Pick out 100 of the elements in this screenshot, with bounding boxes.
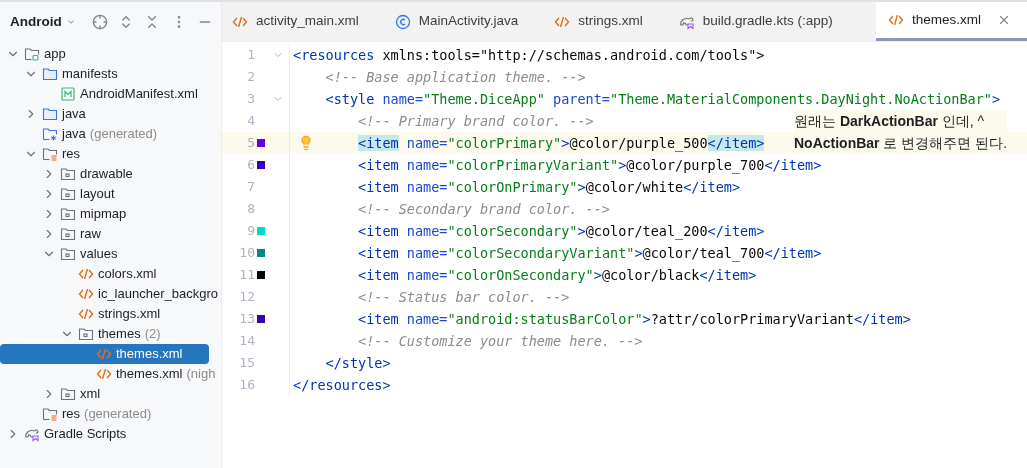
- line-number: 4: [246, 112, 255, 131]
- xml-file-icon: [887, 12, 904, 28]
- code-line: <!-- Customize your theme here. -->: [357, 331, 643, 351]
- manifest-file-icon: [60, 86, 76, 102]
- editor-tab[interactable]: MainActivity.java: [382, 2, 535, 41]
- tree-item-note: (generated): [84, 405, 152, 424]
- folder-icon: [60, 226, 76, 242]
- module-folder-icon: [24, 46, 40, 62]
- xml-file-icon: [78, 306, 94, 322]
- line-number: 13: [238, 310, 255, 329]
- close-icon[interactable]: [997, 13, 1011, 27]
- color-swatch[interactable]: [257, 249, 265, 257]
- locate-icon[interactable]: [91, 14, 108, 30]
- tree-item[interactable]: themes.xml: [0, 344, 209, 364]
- class-icon: [394, 13, 411, 30]
- tree-item-label: values: [80, 245, 118, 264]
- code-line: <style name="Theme.DiceApp" parent="Theme.MaterialComponents.DayNight.NoActionBar">: [324, 89, 1001, 109]
- xml-file-icon: [78, 266, 94, 282]
- tree-item[interactable]: manifests: [0, 64, 209, 84]
- editor-tab[interactable]: build.gradle.kts (:app): [666, 2, 849, 41]
- tree-item[interactable]: AndroidManifest.xml: [0, 84, 209, 104]
- tree-item[interactable]: ic_launcher_backgro: [0, 284, 221, 304]
- tree-item[interactable]: themes (2): [0, 324, 209, 344]
- line-number: 8: [246, 200, 255, 219]
- tree-item-label: colors.xml: [98, 265, 157, 284]
- tree-item[interactable]: xml: [0, 384, 209, 404]
- tree-item-label: res: [62, 405, 81, 424]
- dropdown-chevron-icon[interactable]: [65, 17, 76, 27]
- xml-file-icon: [78, 286, 94, 302]
- generated-folder-icon: [42, 126, 58, 142]
- line-number: 15: [238, 354, 255, 373]
- tree-item-note: (2): [144, 325, 161, 344]
- tree-item[interactable]: res: [0, 144, 209, 164]
- code-line: <item name="colorPrimary">@color/purple_500</item>: [357, 133, 765, 154]
- tree-item[interactable]: Gradle Scripts: [0, 424, 209, 444]
- color-swatch[interactable]: [257, 139, 265, 147]
- tree-item-note: (generated): [89, 125, 158, 144]
- tree-item-label: manifests: [62, 65, 118, 84]
- color-swatch[interactable]: [257, 161, 265, 169]
- tree-item[interactable]: strings.xml: [0, 304, 209, 324]
- line-number: 14: [238, 332, 255, 351]
- folder-icon: [42, 66, 58, 82]
- folder-icon: [42, 106, 58, 122]
- tree-item[interactable]: values: [0, 244, 209, 264]
- code-line: <item name="android:statusBarColor">?attr/colorPrimaryVariant</item>: [357, 309, 911, 329]
- tree-item[interactable]: layout: [0, 184, 209, 204]
- line-number: 10: [238, 244, 255, 263]
- tree-item-label: themes.xml: [116, 345, 183, 364]
- code-line: <!-- Status bar color. -->: [357, 287, 570, 307]
- tree-item-label: app: [44, 45, 66, 64]
- line-number: 3: [246, 90, 255, 109]
- code-line: <!-- Primary brand color. -->: [357, 111, 594, 131]
- line-number: 12: [238, 288, 255, 307]
- tree-item[interactable]: app: [0, 44, 209, 64]
- folder-icon: [60, 166, 76, 182]
- tree-item-label: xml: [80, 385, 101, 404]
- code-line: <item name="colorPrimaryVariant">@color/purple_700</item>: [357, 155, 822, 176]
- tree-item-label: strings.xml: [98, 305, 161, 324]
- code-line: <item name="colorSecondaryVariant">@color/teal_700</item>: [357, 243, 822, 264]
- tree-item-label: raw: [80, 225, 101, 244]
- tree-item-label: AndroidManifest.xml: [80, 85, 198, 104]
- tree-item-label: themes.xml: [116, 365, 183, 384]
- line-number: 2: [246, 68, 255, 87]
- editor-tab[interactable]: themes.xml: [875, 2, 1027, 41]
- tree-item[interactable]: drawable: [0, 164, 209, 184]
- tree-item[interactable]: raw: [0, 224, 209, 244]
- color-swatch[interactable]: [257, 227, 265, 235]
- tree-item-label: mipmap: [80, 205, 127, 224]
- line-number: 11: [238, 266, 255, 285]
- folder-icon: [60, 246, 76, 262]
- tree-item[interactable]: mipmap: [0, 204, 209, 224]
- code-line: <!-- Secondary brand color. -->: [357, 199, 610, 219]
- resource-folder-icon: [42, 406, 58, 422]
- gradle-icon: [24, 426, 40, 442]
- tree-item[interactable]: colors.xml: [0, 264, 209, 284]
- tree-item[interactable]: java (generated): [0, 124, 209, 144]
- tree-item[interactable]: themes.xml (nigh: [0, 364, 220, 384]
- resource-folder-icon: [42, 146, 58, 162]
- tree-item[interactable]: res (generated): [0, 404, 209, 424]
- panel-title[interactable]: Android: [10, 11, 62, 33]
- folder-icon: [60, 186, 76, 202]
- tree-item-label: java: [62, 125, 86, 144]
- code-line: <item name="colorSecondary">@color/teal_200</item>: [357, 221, 765, 242]
- editor-tab[interactable]: activity_main.xml: [222, 2, 375, 41]
- tree-item-label: drawable: [80, 165, 133, 184]
- lightbulb-icon[interactable]: [298, 135, 314, 151]
- tree-item-label: themes: [98, 325, 141, 344]
- tree-item-label: java: [62, 105, 86, 124]
- tree-item-label: layout: [80, 185, 115, 204]
- line-number: 6: [246, 156, 255, 175]
- editor-tab[interactable]: strings.xml: [542, 2, 659, 41]
- color-swatch[interactable]: [257, 315, 265, 323]
- color-swatch[interactable]: [257, 271, 265, 279]
- line-number: 5: [246, 134, 255, 153]
- code-line: <item name="colorOnSecondary">@color/black</item>: [357, 265, 757, 285]
- folder-icon: [60, 386, 76, 402]
- tree-item-label: ic_launcher_backgro: [98, 285, 218, 304]
- code-line: <item name="colorOnPrimary">@color/white</item>: [357, 177, 741, 197]
- tree-item[interactable]: java: [0, 104, 209, 124]
- tree-item-label: Gradle Scripts: [44, 425, 127, 444]
